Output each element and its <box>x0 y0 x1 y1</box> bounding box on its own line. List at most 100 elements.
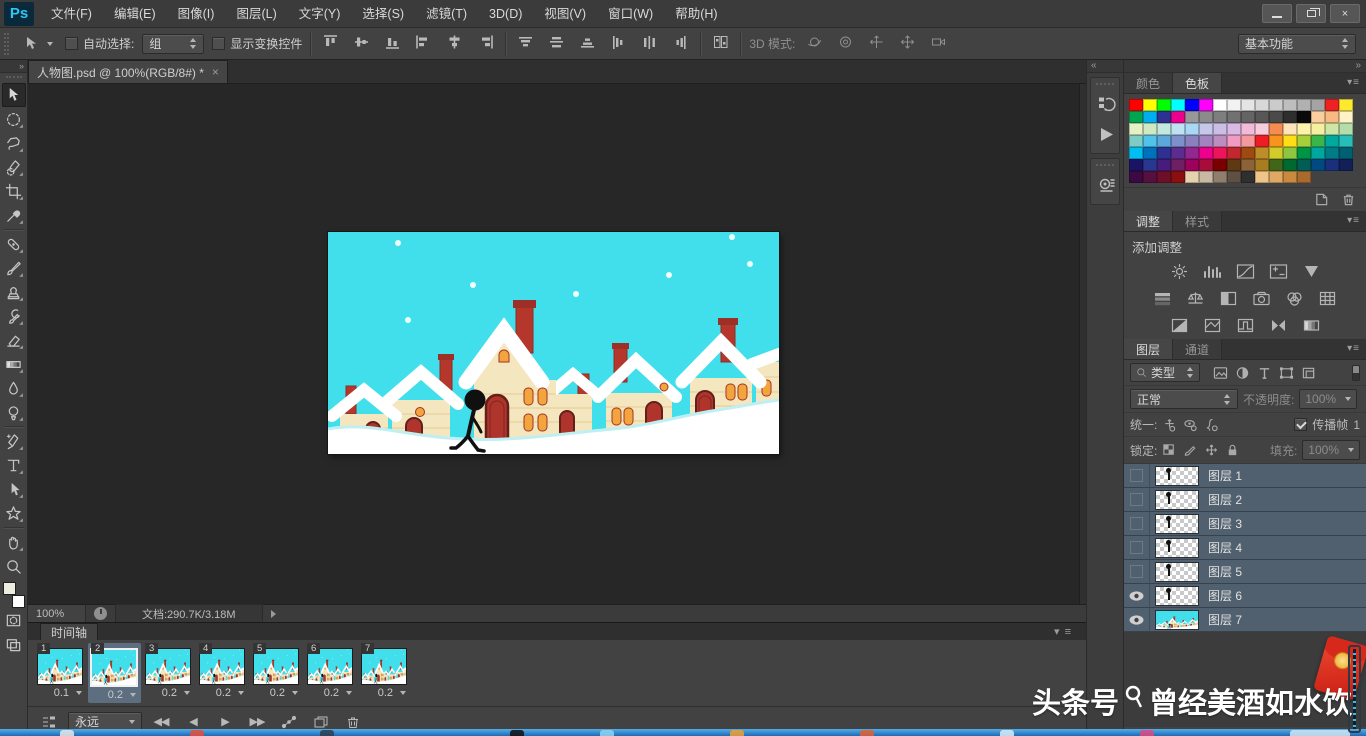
color-swatch[interactable] <box>1143 159 1157 171</box>
lock-transparency-icon[interactable] <box>1162 443 1177 457</box>
pen-tool[interactable] <box>2 429 26 453</box>
layer-thumbnail[interactable] <box>1155 466 1199 486</box>
color-swatch[interactable] <box>1227 171 1241 183</box>
layer-row-5[interactable]: 图层 5 <box>1124 560 1366 584</box>
tab-color[interactable]: 颜色 <box>1124 73 1173 93</box>
color-swatch[interactable] <box>1199 123 1213 135</box>
color-swatch[interactable] <box>1339 123 1353 135</box>
color-swatch[interactable] <box>1241 159 1255 171</box>
color-swatch[interactable] <box>1171 147 1185 159</box>
color-swatch[interactable] <box>1325 123 1339 135</box>
color-balance-icon[interactable] <box>1184 289 1208 308</box>
3d-pan-icon[interactable] <box>865 32 888 55</box>
healing-brush-tool[interactable] <box>2 232 26 256</box>
color-swatch[interactable] <box>1157 147 1171 159</box>
color-swatch[interactable] <box>1129 135 1143 147</box>
color-swatch[interactable] <box>1269 147 1283 159</box>
layer-name[interactable]: 图层 5 <box>1208 563 1242 580</box>
color-swatch[interactable] <box>1199 135 1213 147</box>
color-swatch[interactable] <box>1283 123 1297 135</box>
tab-channels[interactable]: 通道 <box>1173 339 1222 359</box>
color-swatch[interactable] <box>1227 135 1241 147</box>
color-swatch[interactable] <box>1143 111 1157 123</box>
align-top-icon[interactable] <box>319 32 342 55</box>
distribute-top-icon[interactable] <box>514 32 537 55</box>
color-swatch[interactable] <box>1171 99 1185 111</box>
color-swatch[interactable] <box>1199 99 1213 111</box>
timeline-panel-menu-icon[interactable]: ▾ ≡ <box>1054 625 1072 638</box>
workspace-switcher[interactable]: 基本功能 <box>1238 34 1356 54</box>
levels-icon[interactable] <box>1200 262 1224 281</box>
move-tool[interactable] <box>2 83 26 107</box>
color-swatch[interactable] <box>1283 159 1297 171</box>
color-swatch[interactable] <box>1143 123 1157 135</box>
color-swatch[interactable] <box>1297 135 1311 147</box>
color-swatch[interactable] <box>1157 111 1171 123</box>
frame-duration[interactable]: 0.2 <box>145 687 192 699</box>
hand-tool[interactable] <box>2 530 26 554</box>
color-swatch[interactable] <box>1241 147 1255 159</box>
menu-type[interactable]: 文字(Y) <box>288 0 352 28</box>
visibility-toggle[interactable] <box>1124 608 1150 631</box>
color-swatch[interactable] <box>1269 135 1283 147</box>
color-swatch[interactable] <box>1143 135 1157 147</box>
layer-thumbnail[interactable] <box>1155 514 1199 534</box>
menu-select[interactable]: 选择(S) <box>351 0 415 28</box>
menu-file[interactable]: 文件(F) <box>40 0 103 28</box>
color-swatch[interactable] <box>1255 111 1269 123</box>
foreground-color-swatch[interactable] <box>3 582 16 595</box>
color-swatch[interactable] <box>1297 99 1311 111</box>
frame-duration[interactable]: 0.2 <box>253 687 300 699</box>
color-swatch[interactable] <box>1255 123 1269 135</box>
opacity-field[interactable]: 100% <box>1299 389 1357 409</box>
distribute-left-icon[interactable] <box>607 32 630 55</box>
quick-selection-tool[interactable] <box>2 155 26 179</box>
gradient-tool[interactable] <box>2 352 26 376</box>
color-swatch[interactable] <box>1283 135 1297 147</box>
status-menu-arrow[interactable] <box>271 610 276 618</box>
dock-collapse-handle[interactable]: « <box>1087 60 1123 73</box>
color-swatch[interactable] <box>1339 159 1353 171</box>
auto-select-checkbox[interactable] <box>65 37 78 50</box>
align-left-icon[interactable] <box>412 32 435 55</box>
close-button[interactable]: × <box>1330 4 1360 23</box>
color-swatch[interactable] <box>1171 159 1185 171</box>
frame-duration[interactable]: 0.2 <box>91 689 138 701</box>
color-swatch[interactable] <box>1241 123 1255 135</box>
layer-row-2[interactable]: 图层 2 <box>1124 488 1366 512</box>
color-swatch[interactable] <box>1255 171 1269 183</box>
hue-saturation-icon[interactable] <box>1151 289 1175 308</box>
frame-duration[interactable]: 0.1 <box>37 687 84 699</box>
color-swatch[interactable] <box>1157 171 1171 183</box>
timeline-frame-1[interactable]: 1 0.1 <box>34 643 87 703</box>
layer-row-7[interactable]: 图层 7 <box>1124 608 1366 632</box>
color-swatch[interactable] <box>1213 159 1227 171</box>
screen-mode-button[interactable] <box>2 632 26 656</box>
frame-duration[interactable]: 0.2 <box>307 687 354 699</box>
show-transform-checkbox[interactable] <box>212 37 225 50</box>
lock-all-icon[interactable] <box>1225 443 1240 457</box>
frame-duration[interactable]: 0.2 <box>199 687 246 699</box>
canvas-vertical-scrollbar[interactable] <box>1079 84 1086 604</box>
color-swatch[interactable] <box>1283 111 1297 123</box>
color-swatch[interactable] <box>1157 123 1171 135</box>
color-swatch[interactable] <box>1157 99 1171 111</box>
color-swatch[interactable] <box>1213 99 1227 111</box>
color-swatch[interactable] <box>1339 99 1353 111</box>
layer-thumbnail[interactable] <box>1155 562 1199 582</box>
blend-mode-dropdown[interactable]: 正常 <box>1130 389 1238 409</box>
color-swatch[interactable] <box>1325 147 1339 159</box>
color-swatch[interactable] <box>1129 171 1143 183</box>
color-swatch[interactable] <box>1199 171 1213 183</box>
frame-duration[interactable]: 0.2 <box>361 687 408 699</box>
history-panel-icon[interactable] <box>1091 90 1121 118</box>
color-swatch[interactable] <box>1339 147 1353 159</box>
color-swatch[interactable] <box>1185 171 1199 183</box>
zoom-level-field[interactable]: 100% <box>28 605 86 622</box>
color-swatch[interactable] <box>1339 111 1353 123</box>
menu-edit[interactable]: 编辑(E) <box>103 0 167 28</box>
swatches-panel-menu-icon[interactable]: ▾≡ <box>1347 77 1360 88</box>
restore-button[interactable] <box>1296 4 1326 23</box>
color-swatch[interactable] <box>1213 111 1227 123</box>
gradient-map-icon[interactable] <box>1299 316 1323 335</box>
